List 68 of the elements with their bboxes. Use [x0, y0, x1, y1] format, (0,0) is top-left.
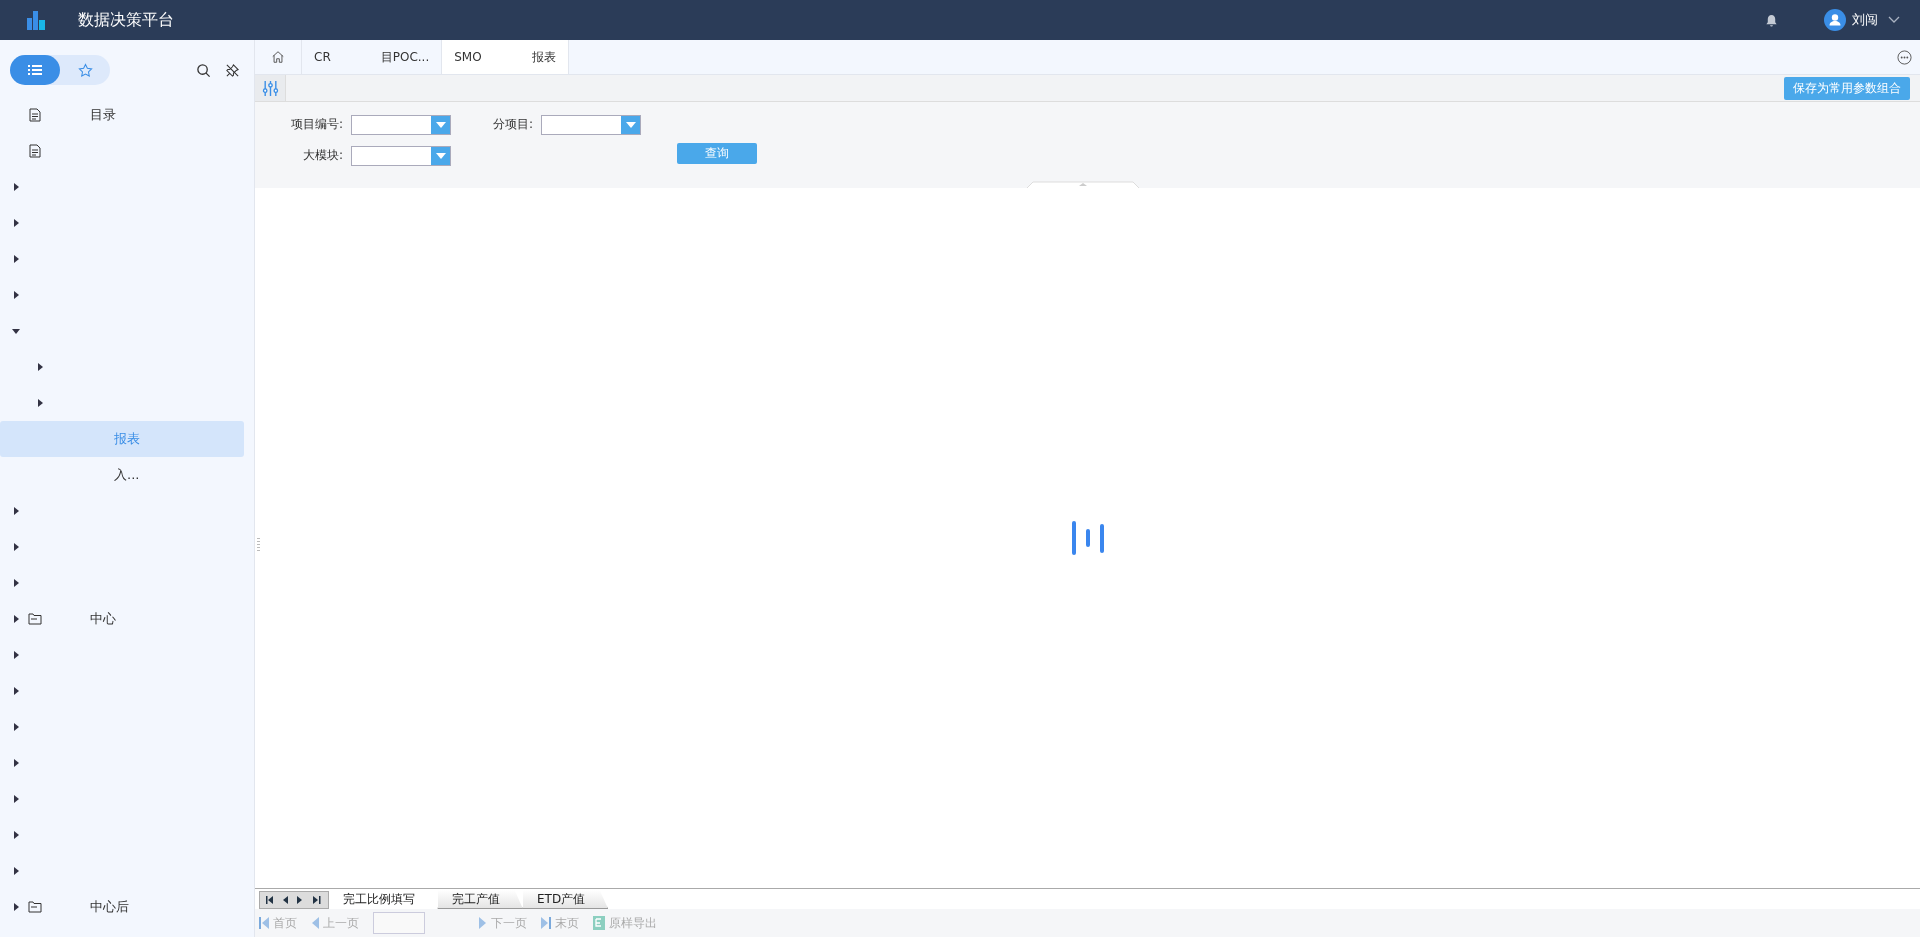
app-title: 数据决策平台 — [78, 9, 174, 31]
caret-right-icon[interactable] — [12, 795, 20, 803]
spreadsheet-icon — [593, 916, 605, 930]
avatar-icon[interactable] — [1824, 9, 1846, 31]
caret-right-icon[interactable] — [12, 903, 20, 911]
list-icon — [28, 64, 42, 76]
caret-right-icon[interactable] — [12, 291, 20, 299]
dropdown-field[interactable] — [351, 145, 451, 166]
loading-icon — [1069, 520, 1106, 556]
field-label: 分项目: — [492, 116, 533, 133]
field-label: 大模块: — [302, 147, 343, 164]
collapse-handle[interactable] — [1027, 180, 1139, 188]
caret-right-icon[interactable] — [36, 399, 44, 407]
caret-down-icon — [435, 121, 446, 128]
caret-down-icon[interactable] — [12, 327, 20, 335]
navigation-arrows-icon — [264, 895, 324, 905]
dropdown-button[interactable] — [431, 146, 450, 165]
tree-item[interactable]: 入... — [0, 457, 244, 493]
next-icon — [479, 917, 487, 929]
caret-right-icon[interactable] — [12, 579, 20, 587]
report-tab[interactable]: SMO 报表 — [442, 40, 569, 74]
document-icon — [28, 108, 42, 122]
folder-icon — [28, 613, 42, 625]
caret-right-icon[interactable] — [12, 651, 20, 659]
caret-right-icon[interactable] — [36, 363, 44, 371]
dropdown-field[interactable] — [351, 114, 451, 135]
search-icon[interactable] — [196, 62, 211, 78]
star-icon — [77, 62, 93, 78]
caret-right-icon[interactable] — [12, 831, 20, 839]
caret-right-icon[interactable] — [12, 543, 20, 551]
parameter-toggle[interactable] — [255, 75, 286, 101]
field-label: 项目编号: — [290, 116, 343, 133]
more-icon[interactable] — [1897, 49, 1912, 65]
list-view-tab[interactable] — [10, 55, 60, 85]
caret-right-icon[interactable] — [12, 759, 20, 767]
dropdown-button[interactable] — [431, 115, 450, 134]
chevron-down-icon[interactable] — [1888, 16, 1900, 24]
sheet-navigation[interactable] — [259, 891, 329, 909]
caret-right-icon[interactable] — [12, 255, 20, 263]
caret-right-icon[interactable] — [12, 507, 20, 515]
page-number-input[interactable] — [373, 912, 425, 934]
sheet-tab[interactable]: ETD产值 — [523, 890, 609, 909]
home-icon — [271, 50, 285, 64]
caret-down-icon — [625, 121, 636, 128]
logo-icon — [26, 10, 46, 30]
caret-right-icon[interactable] — [12, 867, 20, 875]
caret-right-icon[interactable] — [12, 219, 20, 227]
tree-item[interactable]: 中心后 — [0, 889, 244, 925]
caret-right-icon[interactable] — [12, 183, 20, 191]
caret-right-icon[interactable] — [12, 687, 20, 695]
user-name[interactable]: 刘闯 — [1852, 11, 1878, 29]
bell-icon[interactable] — [1765, 13, 1778, 27]
caret-down-icon — [435, 152, 446, 159]
document-icon — [28, 144, 42, 158]
dropdown-button[interactable] — [621, 115, 640, 134]
caret-right-icon[interactable] — [12, 615, 20, 623]
previous-icon — [311, 917, 319, 929]
last-page-icon — [541, 917, 551, 929]
caret-right-icon[interactable] — [12, 723, 20, 731]
tree-item[interactable]: 中心 — [0, 601, 244, 637]
folder-icon — [28, 901, 42, 913]
dropdown-field[interactable] — [541, 114, 641, 135]
pin-icon[interactable] — [225, 62, 240, 78]
resize-handle[interactable] — [257, 538, 260, 552]
sliders-icon — [261, 79, 279, 97]
tree-item[interactable]: 目录 — [0, 97, 244, 133]
first-page-icon — [259, 917, 269, 929]
sheet-tab[interactable]: 完工产值 — [438, 890, 523, 909]
